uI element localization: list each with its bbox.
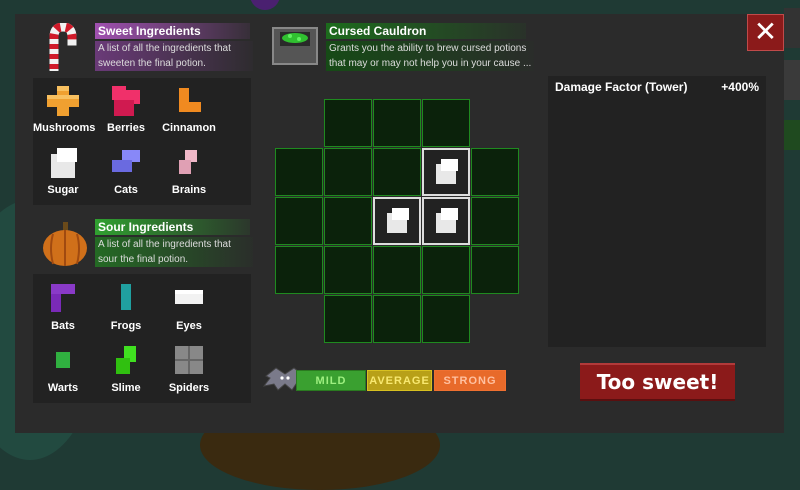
grid-cell[interactable] [275, 148, 323, 196]
grid-cell[interactable] [324, 246, 372, 294]
grid-cell[interactable] [373, 295, 421, 343]
eye-icon [175, 290, 203, 304]
result-button[interactable]: Too sweet! [580, 363, 735, 401]
grid-cell-sugar[interactable] [373, 197, 421, 245]
sweet-description: A list of all the ingredients that sweet… [95, 41, 253, 71]
grid-cell[interactable] [471, 246, 519, 294]
stat-value: +400% [721, 80, 759, 94]
ingredient-mushrooms[interactable]: Mushrooms [33, 84, 95, 134]
ingredient-spiders[interactable]: Spiders [159, 344, 219, 394]
stats-panel: Damage Factor (Tower) +400% [548, 76, 766, 347]
meter-mild: MILD [296, 370, 366, 391]
ingredient-cinnamon[interactable]: Cinnamon [159, 84, 219, 134]
wart-icon [56, 352, 70, 368]
brain-icon [179, 150, 197, 174]
ingredient-warts[interactable]: Warts [33, 344, 93, 394]
meter-strong: STRONG [434, 370, 506, 391]
side-tab[interactable] [784, 120, 800, 150]
sugar-icon [436, 208, 458, 233]
ingredient-slime[interactable]: Slime [96, 344, 156, 394]
sweet-title: Sweet Ingredients [95, 23, 250, 39]
ingredient-sugar[interactable]: Sugar [33, 146, 93, 196]
stat-label: Damage Factor (Tower) [555, 80, 688, 94]
sour-title: Sour Ingredients [95, 219, 250, 235]
grid-cell[interactable] [324, 99, 372, 147]
grid-cell[interactable] [471, 197, 519, 245]
background-foliage [250, 0, 280, 10]
side-tab[interactable] [784, 8, 800, 48]
meter-average: AVERAGE [367, 370, 432, 391]
grid-cell[interactable] [471, 148, 519, 196]
grid-cell-sugar[interactable] [422, 148, 470, 196]
grid-cell[interactable] [422, 99, 470, 147]
bat-icon [51, 284, 75, 312]
ingredient-frogs[interactable]: Frogs [96, 282, 156, 332]
candy-cane-icon [44, 22, 78, 76]
ingredient-bats[interactable]: Bats [33, 282, 93, 332]
ingredient-brains[interactable]: Brains [159, 146, 219, 196]
cinnamon-icon [179, 88, 201, 112]
frog-icon [121, 284, 131, 310]
sour-description: A list of all the ingredients that sour … [95, 237, 253, 267]
grid-cell[interactable] [324, 295, 372, 343]
ingredient-berries[interactable]: Berries [96, 84, 156, 134]
grid-cell[interactable] [324, 197, 372, 245]
sugar-icon [387, 208, 409, 233]
grid-cell[interactable] [373, 148, 421, 196]
cat-icon [112, 150, 140, 172]
grid-cell[interactable] [324, 148, 372, 196]
grid-cell[interactable] [373, 246, 421, 294]
grid-cell[interactable] [422, 246, 470, 294]
ingredient-cats[interactable]: Cats [96, 146, 156, 196]
cauldron-title: Cursed Cauldron [326, 23, 526, 39]
cauldron-icon [270, 24, 320, 73]
cauldron-description: Grants you the ability to brew cursed po… [326, 41, 534, 71]
mushroom-icon [47, 86, 79, 116]
pumpkin-icon [41, 220, 89, 273]
spider-icon [175, 346, 203, 374]
berry-icon [112, 86, 140, 116]
grid-cell[interactable] [275, 197, 323, 245]
side-tab[interactable] [784, 60, 800, 100]
grid-cell[interactable] [422, 295, 470, 343]
sugar-icon [51, 148, 77, 178]
ingredient-eyes[interactable]: Eyes [159, 282, 219, 332]
grid-cell[interactable] [275, 246, 323, 294]
sugar-icon [436, 159, 458, 184]
close-button[interactable]: ✕ [747, 14, 784, 51]
grid-cell[interactable] [373, 99, 421, 147]
slime-icon [116, 346, 136, 374]
grid-cell-sugar[interactable] [422, 197, 470, 245]
